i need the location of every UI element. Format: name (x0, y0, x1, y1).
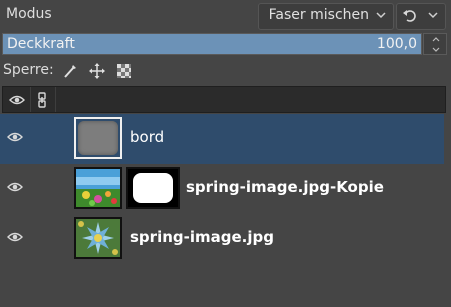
visibility-eye-icon[interactable] (7, 131, 23, 143)
chevron-down-icon (376, 12, 386, 19)
lock-row: Sperre: (0, 60, 451, 84)
mode-dropdown[interactable]: Faser mischen (258, 3, 394, 30)
chevron-down-icon (428, 12, 438, 19)
header-divider (30, 87, 31, 112)
layer-name[interactable]: bord (130, 128, 164, 146)
mode-row: Modus Faser mischen (0, 0, 451, 31)
layer-name[interactable]: spring-image.jpg-Kopie (186, 178, 384, 196)
layer-row-bord[interactable]: bord (0, 114, 444, 164)
lock-alpha-checker-icon[interactable] (116, 63, 132, 79)
link-chain-header-icon[interactable] (37, 92, 47, 108)
visibility-eye-icon[interactable] (7, 231, 23, 243)
layer-row-spring-image[interactable]: spring-image.jpg (0, 214, 444, 264)
layer-thumbnail[interactable] (74, 117, 122, 159)
reset-arrow-icon (403, 10, 416, 22)
opacity-row: Deckkraft 100,0 (2, 33, 447, 55)
layer-mask-thumbnail[interactable] (126, 167, 180, 209)
header-divider (55, 87, 56, 112)
layer-name[interactable]: spring-image.jpg (130, 228, 274, 246)
layers-header (2, 86, 446, 113)
layer-thumbnail[interactable] (74, 167, 122, 209)
opacity-value: 100,0 (376, 36, 417, 52)
layer-thumbnail[interactable] (74, 217, 122, 259)
lock-label: Sperre: (3, 62, 54, 78)
chevron-down-icon[interactable] (430, 45, 442, 54)
opacity-slider[interactable]: Deckkraft 100,0 (2, 33, 422, 55)
mode-value: Faser mischen (268, 7, 369, 23)
opacity-label: Deckkraft (7, 36, 75, 52)
composite-mode-button[interactable] (396, 3, 446, 30)
lock-position-move-icon[interactable] (89, 63, 105, 79)
chevron-up-icon[interactable] (430, 35, 442, 44)
layer-row-spring-image-kopie[interactable]: spring-image.jpg-Kopie (0, 164, 444, 214)
opacity-spinner[interactable] (423, 33, 447, 55)
visibility-eye-icon[interactable] (7, 181, 23, 193)
mode-label: Modus (6, 6, 52, 22)
lock-pixels-brush-icon[interactable] (62, 63, 78, 79)
visibility-header-eye-icon[interactable] (9, 94, 25, 106)
